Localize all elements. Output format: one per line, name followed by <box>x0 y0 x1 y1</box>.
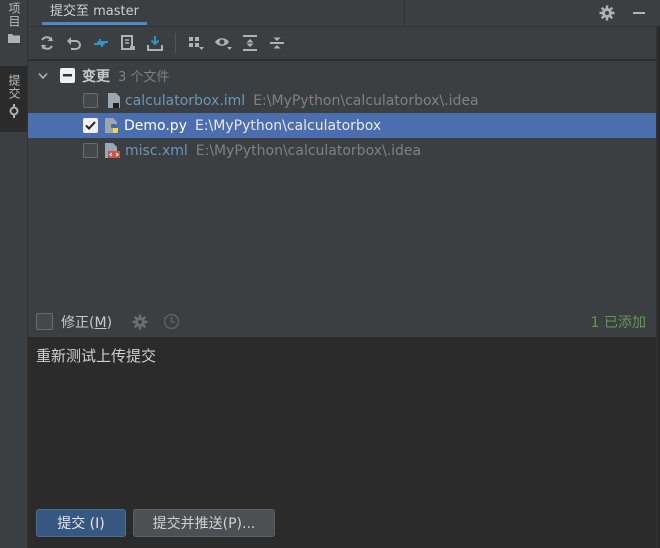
header-actions <box>598 0 648 26</box>
file-name: Demo.py <box>124 117 187 134</box>
collapse-all-icon[interactable] <box>266 32 288 54</box>
amend-label[interactable]: 修正(M) <box>61 312 112 332</box>
amend-label-end: ) <box>106 314 113 331</box>
project-tool-tab[interactable]: 项目 <box>0 2 27 44</box>
toolbar-separator <box>175 33 176 53</box>
file-path: E:\MyPython\calculatorbox\.idea <box>253 92 479 109</box>
file-checkbox-checked[interactable] <box>83 118 98 133</box>
project-tab-label: 项目 <box>7 2 21 28</box>
iml-file-icon <box>108 93 120 108</box>
shelve-icon[interactable] <box>117 32 139 54</box>
commit-tool-tab[interactable]: 提交 <box>0 66 27 132</box>
group-label: 变更 <box>82 68 110 85</box>
amend-label-text: 修正( <box>61 314 95 331</box>
file-row[interactable]: misc.xml E:\MyPython\calculatorbox\.idea <box>28 138 656 163</box>
added-status: 1 已添加 <box>590 314 646 331</box>
commit-actions: 提交 (I) 提交并推送(P)... <box>28 495 656 548</box>
history-clock-icon[interactable] <box>163 313 180 330</box>
folder-icon <box>7 34 20 43</box>
group-file-count: 3 个文件 <box>118 70 170 85</box>
chevron-down-icon[interactable] <box>38 72 48 80</box>
amend-mnemonic: M <box>94 314 107 331</box>
commit-and-push-button[interactable]: 提交并推送(P)... <box>133 509 275 537</box>
file-path: E:\MyPython\calculatorbox\.idea <box>195 142 422 159</box>
minimize-icon[interactable] <box>630 4 648 22</box>
file-name: misc.xml <box>125 142 188 159</box>
file-checkbox[interactable] <box>83 93 98 108</box>
update-icon[interactable] <box>144 32 166 54</box>
expand-all-icon[interactable] <box>239 32 261 54</box>
minus-icon <box>63 74 72 77</box>
commit-message-text: 重新测试上传提交 <box>36 347 157 365</box>
file-path: E:\MyPython\calculatorbox <box>194 117 382 134</box>
commit-icon <box>9 104 18 118</box>
commit-options-gear-icon[interactable] <box>132 314 148 330</box>
commit-message-editor[interactable]: 重新测试上传提交 <box>28 337 656 495</box>
group-by-icon[interactable] <box>185 32 207 54</box>
changes-group-row[interactable]: 变更 3 个文件 <box>28 63 656 88</box>
diff-icon[interactable] <box>90 32 112 54</box>
tab-commit-to-master[interactable]: 提交至 master <box>36 0 153 26</box>
view-options-icon[interactable] <box>212 32 234 54</box>
panel-right-edge <box>656 27 660 548</box>
commit-panel-header: 提交至 master <box>28 0 660 27</box>
header-divider <box>404 0 405 26</box>
tool-window-strip: 项目 提交 <box>0 0 28 548</box>
checkmark-icon <box>85 121 96 130</box>
gear-icon[interactable] <box>598 4 616 22</box>
file-checkbox[interactable] <box>83 143 98 158</box>
file-row-selected[interactable]: Demo.py E:\MyPython\calculatorbox <box>28 113 656 138</box>
amend-bar: 修正(M) 1 已添加 <box>28 306 656 337</box>
changes-tree: 变更 3 个文件 calculatorbox.iml E:\MyPython\c… <box>28 61 656 306</box>
commit-button[interactable]: 提交 (I) <box>36 509 126 537</box>
xml-file-icon <box>105 143 120 158</box>
amend-checkbox[interactable] <box>36 313 53 330</box>
file-name: calculatorbox.iml <box>125 92 246 109</box>
commit-tab-label: 提交 <box>7 74 21 100</box>
python-file-icon <box>105 118 118 133</box>
file-row[interactable]: calculatorbox.iml E:\MyPython\calculator… <box>28 88 656 113</box>
refresh-icon[interactable] <box>36 32 58 54</box>
rollback-icon[interactable] <box>63 32 85 54</box>
group-checkbox[interactable] <box>60 68 75 83</box>
commit-toolbar <box>28 27 660 60</box>
